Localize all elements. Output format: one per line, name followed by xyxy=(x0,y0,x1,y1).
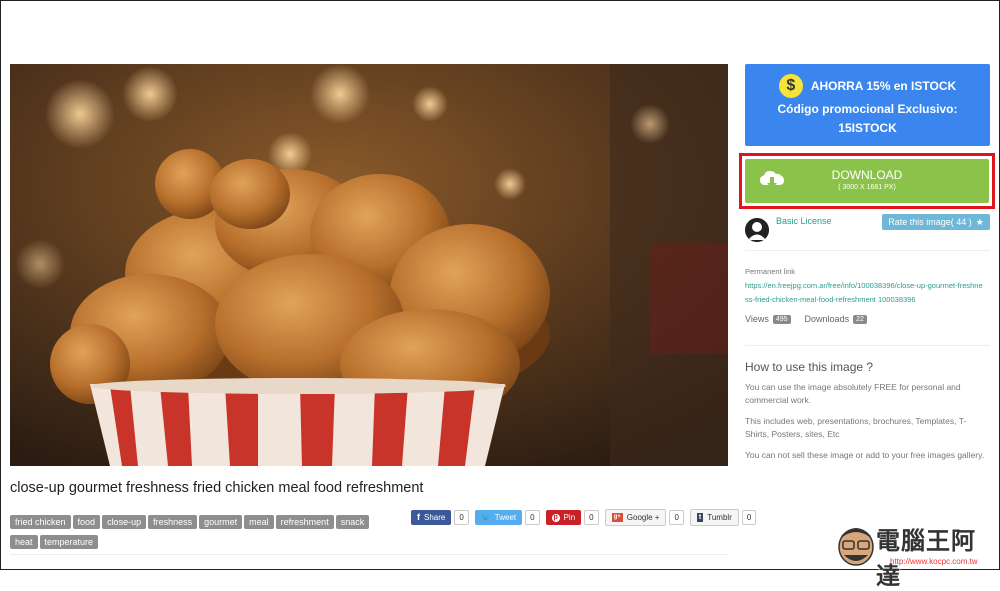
divider xyxy=(745,345,990,346)
download-label: DOWNLOAD xyxy=(831,168,903,182)
tumblr-button[interactable]: t Tumblr xyxy=(689,509,739,526)
downloads-count: 22 xyxy=(853,314,867,324)
rate-image-button[interactable]: Rate this image( 44 ) ★ xyxy=(882,214,990,230)
tag[interactable]: temperature xyxy=(39,535,99,549)
permalink-url[interactable]: https://en.freejpg.com.ar/free/info/1000… xyxy=(745,279,985,307)
pinterest-pin-button[interactable]: p Pin xyxy=(545,510,582,525)
site-watermark: 電腦王阿達 http://www.kocpc.com.tw xyxy=(836,521,996,590)
tag[interactable]: close-up xyxy=(102,515,147,529)
tag[interactable]: food xyxy=(72,515,101,529)
tag[interactable]: gourmet xyxy=(199,515,243,529)
pin-count: 0 xyxy=(584,510,599,525)
howto-paragraph: You can not sell these image or add to y… xyxy=(745,450,985,460)
istock-promo-banner[interactable]: $ AHORRA 15% en ISTOCK Código promociona… xyxy=(745,64,990,146)
tag-list: fried chicken food close-up freshness gourme… xyxy=(10,512,390,552)
pinterest-icon: p xyxy=(551,513,560,522)
facebook-icon: f xyxy=(417,512,420,522)
howto-paragraph: You can use the image absolutely FREE fo… xyxy=(745,382,961,405)
watermark-url: http://www.kocpc.com.tw xyxy=(890,557,978,566)
views-count: 495 xyxy=(772,314,791,324)
tag[interactable]: heat xyxy=(10,535,38,549)
license-link[interactable]: Basic License xyxy=(776,216,832,226)
howto-paragraph: This includes web, presentations, brochu… xyxy=(745,416,967,439)
twitter-tweet-button[interactable]: 🐦 Tweet xyxy=(474,510,523,525)
downloads-label: Downloads xyxy=(804,314,850,324)
howto-title: How to use this image ? xyxy=(745,360,874,374)
google-plus-count: 0 xyxy=(669,510,684,525)
watermark-text: 電腦王阿達 xyxy=(876,528,976,590)
star-icon: ★ xyxy=(975,216,984,227)
tumblr-count: 0 xyxy=(741,510,757,525)
tumblr-icon: t xyxy=(696,513,704,522)
mascot-icon xyxy=(838,528,874,566)
views-label: Views xyxy=(745,314,769,324)
google-plus-label: Google + xyxy=(626,513,660,522)
rate-label: Rate this image( 44 ) xyxy=(888,217,972,227)
facebook-share-button[interactable]: f Share xyxy=(411,510,452,525)
promo-headline: AHORRA 15% en ISTOCK xyxy=(810,79,957,93)
divider xyxy=(745,250,990,251)
share-count: 0 xyxy=(454,510,469,525)
promo-subtitle: Código promocional Exclusivo: xyxy=(777,102,958,116)
pin-label: Pin xyxy=(563,513,576,522)
google-plus-button[interactable]: g+ Google + xyxy=(604,509,667,526)
download-button[interactable]: DOWNLOAD ( 3000 X 1681 PX) xyxy=(745,159,989,203)
tumblr-label: Tumblr xyxy=(707,513,732,522)
promo-code: 15ISTOCK xyxy=(838,121,897,135)
content-divider xyxy=(10,554,728,555)
tag[interactable]: snack xyxy=(335,515,370,529)
main-photo[interactable] xyxy=(10,64,728,466)
permalink-label: Permanent link xyxy=(745,267,796,276)
twitter-bird-icon: 🐦 xyxy=(480,513,491,522)
share-bar: f Share 0 🐦 Tweet 0 p Pin 0 g+ Google + … xyxy=(411,509,757,526)
image-title: close-up gourmet freshness fried chicken… xyxy=(10,480,424,496)
tag[interactable]: freshness xyxy=(148,515,198,529)
google-plus-icon: g+ xyxy=(611,513,623,522)
share-label: Share xyxy=(424,513,446,522)
download-resolution: ( 3000 X 1681 PX) xyxy=(838,184,896,191)
author-avatar[interactable] xyxy=(745,218,769,242)
tag[interactable]: refreshment xyxy=(275,515,334,529)
tag[interactable]: meal xyxy=(244,515,274,529)
dollar-coin-icon: $ xyxy=(778,74,803,98)
tweet-count: 0 xyxy=(525,510,540,525)
image-stats: Views 495 Downloads 22 xyxy=(745,314,867,324)
tweet-label: Tweet xyxy=(494,513,517,522)
tag[interactable]: fried chicken xyxy=(10,515,71,529)
